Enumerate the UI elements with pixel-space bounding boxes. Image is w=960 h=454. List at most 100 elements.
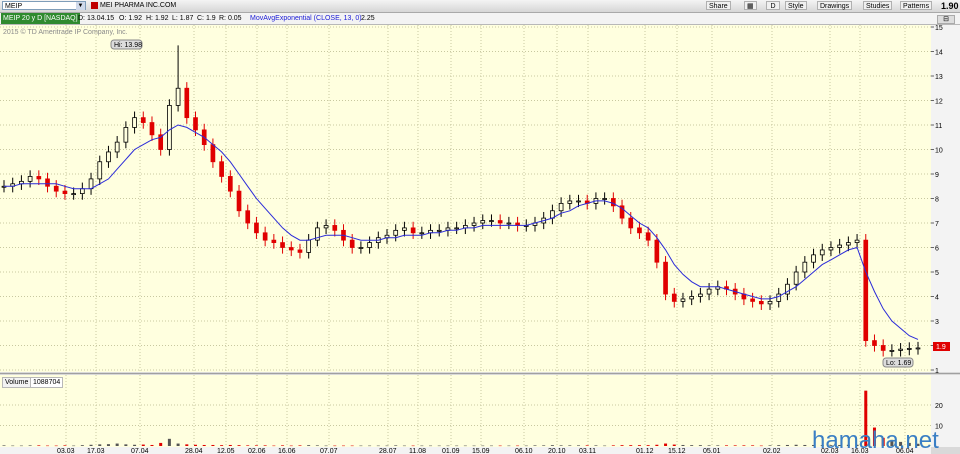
volume-bar bbox=[141, 444, 145, 446]
volume-bar bbox=[124, 444, 128, 446]
date-tick-label: 07.07 bbox=[320, 448, 338, 454]
volume-bar bbox=[237, 445, 241, 446]
volume-bar bbox=[298, 445, 302, 446]
candle bbox=[367, 242, 372, 248]
volume-bar bbox=[620, 445, 624, 446]
volume-bar bbox=[246, 445, 250, 446]
volume-bar bbox=[341, 445, 345, 447]
date-tick-label: 15.09 bbox=[472, 448, 490, 454]
volume-bar bbox=[550, 445, 554, 446]
date-tick-label: 16.06 bbox=[278, 448, 296, 454]
price-tick-label: 1 bbox=[935, 368, 939, 375]
volume-bar bbox=[463, 445, 467, 447]
candle bbox=[750, 298, 755, 302]
volume-bar bbox=[272, 445, 276, 447]
candle bbox=[306, 239, 312, 253]
candle bbox=[402, 227, 407, 231]
volume-bar bbox=[19, 445, 23, 447]
candle bbox=[245, 210, 251, 224]
volume-bar bbox=[577, 445, 581, 446]
candle bbox=[80, 188, 85, 194]
current-price-marker: 1.9 bbox=[933, 342, 950, 351]
volume-bar bbox=[385, 445, 389, 447]
volume-bar bbox=[80, 445, 84, 446]
volume-bar bbox=[429, 445, 433, 447]
volume-bar bbox=[150, 444, 154, 446]
volume-bar bbox=[672, 444, 676, 446]
volume-bar bbox=[707, 445, 711, 446]
volume-bar bbox=[376, 445, 380, 447]
candle bbox=[236, 190, 242, 212]
candle bbox=[132, 117, 137, 128]
candle bbox=[628, 217, 634, 229]
date-tick-label: 17.03 bbox=[87, 448, 105, 454]
candle bbox=[689, 296, 695, 300]
candle bbox=[114, 141, 120, 153]
volume-bar bbox=[437, 445, 441, 447]
candle bbox=[863, 239, 869, 341]
volume-bar bbox=[489, 445, 493, 447]
candle bbox=[880, 345, 886, 351]
price-tick-label: 6 bbox=[935, 246, 939, 253]
volume-bar bbox=[690, 445, 694, 446]
candle bbox=[576, 200, 581, 203]
volume-bar bbox=[751, 445, 755, 446]
price-tick-label: 11 bbox=[935, 123, 942, 130]
current-price-label: 1.9 bbox=[936, 344, 946, 351]
volume-bar bbox=[803, 444, 807, 446]
candle bbox=[27, 176, 33, 182]
candle bbox=[680, 298, 686, 302]
volume-bar bbox=[759, 445, 763, 447]
candle bbox=[811, 254, 816, 263]
price-tick-label: 5 bbox=[935, 270, 939, 277]
candle bbox=[106, 151, 111, 163]
date-tick-label: 03.03 bbox=[57, 448, 75, 454]
candle bbox=[497, 220, 503, 224]
date-tick-label: 01.09 bbox=[442, 448, 460, 454]
volume-bar bbox=[63, 445, 67, 446]
volume-bar bbox=[768, 445, 772, 446]
volume-bar bbox=[516, 445, 520, 447]
date-tick-label: 12.05 bbox=[217, 448, 235, 454]
candle bbox=[558, 202, 564, 212]
candle bbox=[480, 220, 486, 224]
volume-bar bbox=[37, 445, 41, 446]
volume-bar bbox=[785, 444, 789, 446]
volume-bar bbox=[28, 445, 32, 446]
date-tick-label: 28.07 bbox=[379, 448, 397, 454]
candle bbox=[828, 247, 834, 251]
volume-bar bbox=[98, 444, 102, 446]
volume-bar bbox=[533, 445, 537, 446]
volume-bar bbox=[402, 445, 406, 447]
volume-bar bbox=[455, 445, 459, 447]
volume-bar bbox=[289, 445, 293, 447]
volume-bar bbox=[133, 444, 137, 446]
lo-label: Lo: 1.69 bbox=[886, 360, 911, 367]
candle bbox=[889, 349, 895, 352]
candle bbox=[193, 117, 198, 131]
volume-label: Volume bbox=[2, 377, 32, 388]
candle bbox=[254, 222, 259, 234]
price-tick-label: 8 bbox=[935, 197, 939, 204]
volume-bar bbox=[733, 445, 737, 446]
volume-bar bbox=[89, 444, 93, 446]
lo-bubble: Lo: 1.69 bbox=[882, 357, 914, 368]
candle bbox=[758, 300, 764, 305]
candle bbox=[854, 239, 860, 243]
date-tick-label: 28.04 bbox=[185, 448, 203, 454]
candle bbox=[210, 144, 216, 163]
candle bbox=[358, 247, 364, 249]
candle bbox=[819, 249, 825, 256]
price-tick-label: 3 bbox=[935, 319, 939, 326]
candle bbox=[846, 242, 851, 246]
volume-bar bbox=[611, 445, 615, 446]
volume-bar bbox=[159, 442, 163, 446]
hi-bubble: Hi: 13.98 bbox=[110, 39, 143, 50]
candle bbox=[637, 227, 642, 234]
volume-bar bbox=[724, 445, 728, 446]
volume-bar bbox=[350, 445, 354, 447]
date-tick-label: 07.04 bbox=[131, 448, 149, 454]
candle bbox=[767, 300, 773, 305]
candle bbox=[36, 176, 42, 180]
volume-bar bbox=[115, 443, 119, 446]
